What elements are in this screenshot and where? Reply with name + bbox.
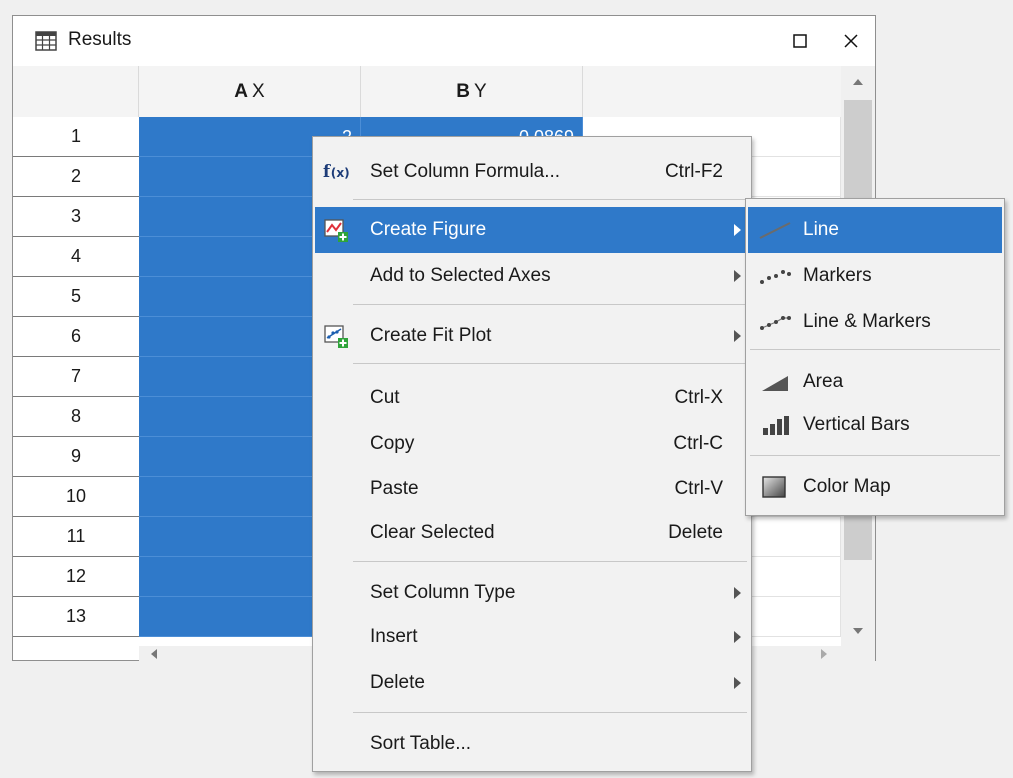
window-title: Results (68, 29, 132, 50)
menu-item-clear-selected[interactable]: Clear Selected Delete (315, 510, 749, 556)
markers-plot-icon (758, 264, 792, 288)
row-number[interactable]: 10 (13, 477, 139, 517)
vertical-bars-icon (758, 413, 792, 437)
row-number[interactable]: 12 (13, 557, 139, 597)
scroll-down-icon[interactable] (853, 628, 863, 634)
menu-item-paste[interactable]: Paste Ctrl-V (315, 466, 749, 512)
menu-item-delete[interactable]: Delete (315, 660, 749, 706)
scroll-right-icon[interactable] (821, 649, 827, 659)
column-header-a[interactable]: A X (139, 66, 361, 117)
menu-item-sort-table[interactable]: Sort Table... (315, 721, 749, 767)
create-figure-submenu: Line Markers Line & Markers Area Vertica… (745, 198, 1005, 516)
menu-item-shortcut: Ctrl-X (674, 387, 723, 408)
submenu-item-line[interactable]: Line (748, 207, 1002, 253)
row-number[interactable]: 11 (13, 517, 139, 557)
menu-separator (353, 561, 747, 562)
submenu-item-label: Color Map (803, 476, 891, 497)
submenu-arrow-icon (734, 224, 741, 236)
submenu-arrow-icon (734, 330, 741, 342)
context-menu: f (x) Set Column Formula... Ctrl-F2 Crea… (312, 136, 752, 772)
row-number[interactable]: 9 (13, 437, 139, 477)
line-plot-icon (758, 218, 792, 242)
menu-item-label: Add to Selected Axes (370, 265, 551, 286)
svg-text:(x): (x) (331, 166, 349, 180)
table-icon (35, 30, 57, 52)
maximize-icon[interactable] (785, 26, 815, 56)
submenu-item-label: Line & Markers (803, 311, 931, 332)
menu-item-copy[interactable]: Copy Ctrl-C (315, 421, 749, 467)
menu-item-shortcut: Ctrl-F2 (664, 161, 723, 182)
svg-text:f: f (323, 162, 331, 181)
submenu-arrow-icon (734, 587, 741, 599)
row-number[interactable]: 13 (13, 597, 139, 637)
submenu-item-vertical-bars[interactable]: Vertical Bars (748, 402, 1002, 448)
submenu-item-label: Area (803, 371, 844, 392)
menu-item-label: Paste (370, 478, 419, 499)
submenu-arrow-icon (734, 677, 741, 689)
menu-item-label: Clear Selected (370, 522, 495, 543)
submenu-item-label: Markers (803, 265, 872, 286)
submenu-arrow-icon (734, 631, 741, 643)
menu-item-label: Sort Table... (370, 733, 472, 754)
menu-item-set-column-type[interactable]: Set Column Type (315, 570, 749, 616)
menu-separator (353, 304, 747, 305)
submenu-item-label: Vertical Bars (803, 414, 910, 435)
column-name: X (252, 80, 265, 102)
close-icon[interactable] (836, 26, 866, 56)
empty-header (583, 66, 841, 117)
fit-plot-icon (323, 323, 349, 349)
menu-item-create-figure[interactable]: Create Figure (315, 207, 749, 253)
menu-separator (750, 455, 1000, 456)
menu-item-label: Create Fit Plot (370, 325, 492, 346)
column-letter: B (456, 80, 471, 102)
menu-item-label: Copy (370, 433, 415, 454)
row-number[interactable]: 2 (13, 157, 139, 197)
column-name: Y (474, 80, 487, 102)
row-number[interactable]: 6 (13, 317, 139, 357)
submenu-item-area[interactable]: Area (748, 359, 1002, 405)
menu-item-set-column-formula[interactable]: f (x) Set Column Formula... Ctrl-F2 (315, 149, 749, 195)
column-letter: A (234, 80, 249, 102)
submenu-item-label: Line (803, 219, 839, 240)
menu-separator (353, 712, 747, 713)
submenu-item-line-markers[interactable]: Line & Markers (748, 299, 1002, 345)
function-icon: f (x) (323, 159, 349, 185)
area-plot-icon (758, 370, 792, 394)
submenu-item-markers[interactable]: Markers (748, 253, 1002, 299)
menu-separator (750, 349, 1000, 350)
row-number[interactable]: 5 (13, 277, 139, 317)
corner-header[interactable] (13, 66, 139, 117)
submenu-arrow-icon (734, 270, 741, 282)
color-map-icon (758, 475, 792, 499)
row-number[interactable]: 7 (13, 357, 139, 397)
row-number[interactable]: 8 (13, 397, 139, 437)
menu-item-create-fit-plot[interactable]: Create Fit Plot (315, 313, 749, 359)
menu-item-insert[interactable]: Insert (315, 614, 749, 660)
row-number[interactable]: 3 (13, 197, 139, 237)
submenu-item-color-map[interactable]: Color Map (748, 464, 1002, 510)
scroll-up-icon[interactable] (853, 79, 863, 85)
menu-separator (353, 199, 747, 200)
title-bar: Results (13, 16, 875, 66)
line-markers-plot-icon (758, 310, 792, 334)
menu-item-label: Insert (370, 626, 418, 647)
column-header-b[interactable]: B Y (361, 66, 583, 117)
menu-item-cut[interactable]: Cut Ctrl-X (315, 375, 749, 421)
menu-item-label: Set Column Formula... (370, 161, 561, 182)
menu-item-shortcut: Ctrl-C (673, 433, 723, 454)
menu-item-shortcut: Ctrl-V (674, 478, 723, 499)
menu-separator (353, 363, 747, 364)
create-figure-icon (323, 217, 349, 243)
row-number[interactable]: 1 (13, 117, 139, 157)
menu-item-shortcut: Delete (668, 522, 723, 543)
scroll-left-icon[interactable] (151, 649, 157, 659)
menu-item-label: Delete (370, 672, 425, 693)
menu-item-label: Create Figure (370, 219, 487, 240)
menu-item-label: Set Column Type (370, 582, 516, 603)
menu-item-label: Cut (370, 387, 400, 408)
row-number[interactable]: 4 (13, 237, 139, 277)
menu-item-add-to-selected-axes[interactable]: Add to Selected Axes (315, 253, 749, 299)
